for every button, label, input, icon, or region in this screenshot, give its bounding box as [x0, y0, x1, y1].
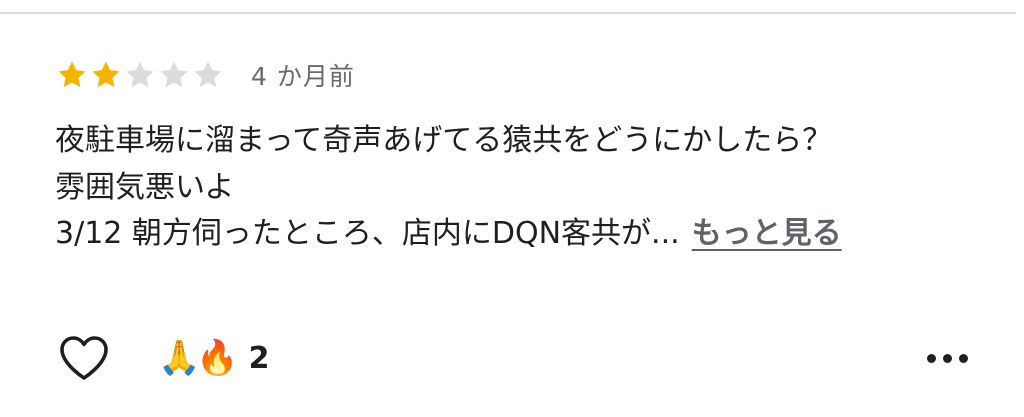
reactions-button[interactable]: 🙏🔥 2: [158, 338, 270, 378]
star-empty-icon: [194, 61, 222, 88]
review-text-line-1: 夜駐車場に溜まって奇声あげてる猿共をどうにかしたら？: [55, 123, 833, 158]
reaction-emojis: 🙏🔥: [158, 338, 239, 378]
review-date: 4 か月前: [251, 62, 355, 91]
review-text: 夜駐車場に溜まって奇声あげてる猿共をどうにかしたら？ 雰囲気悪いよ 3/12 朝…: [55, 118, 995, 258]
star-empty-icon: [160, 61, 188, 88]
rating-row: 4 か月前: [55, 52, 355, 98]
review-text-line-2: 雰囲気悪いよ: [55, 169, 235, 205]
read-more-link[interactable]: もっと見る: [692, 216, 842, 251]
star-rating: [55, 58, 225, 92]
reaction-count: 2: [248, 340, 270, 376]
star-empty-icon: [126, 61, 154, 88]
more-horizontal-icon-dot: [959, 353, 968, 363]
star-filled-icon: [58, 61, 86, 88]
star-filled-icon: [92, 61, 120, 88]
review-actions: 🙏🔥 2: [58, 330, 968, 386]
more-options-button[interactable]: [927, 348, 968, 369]
heart-outline-icon[interactable]: [58, 334, 110, 382]
review-text-line-3-content: 3/12 朝方伺ったところ、店内にDQN客共が...: [55, 216, 680, 251]
more-horizontal-icon: [927, 353, 936, 363]
review-text-line-3: 3/12 朝方伺ったところ、店内にDQN客共が... もっと見る: [55, 211, 995, 258]
top-divider: [0, 12, 1016, 14]
more-horizontal-icon-dot: [943, 353, 952, 363]
